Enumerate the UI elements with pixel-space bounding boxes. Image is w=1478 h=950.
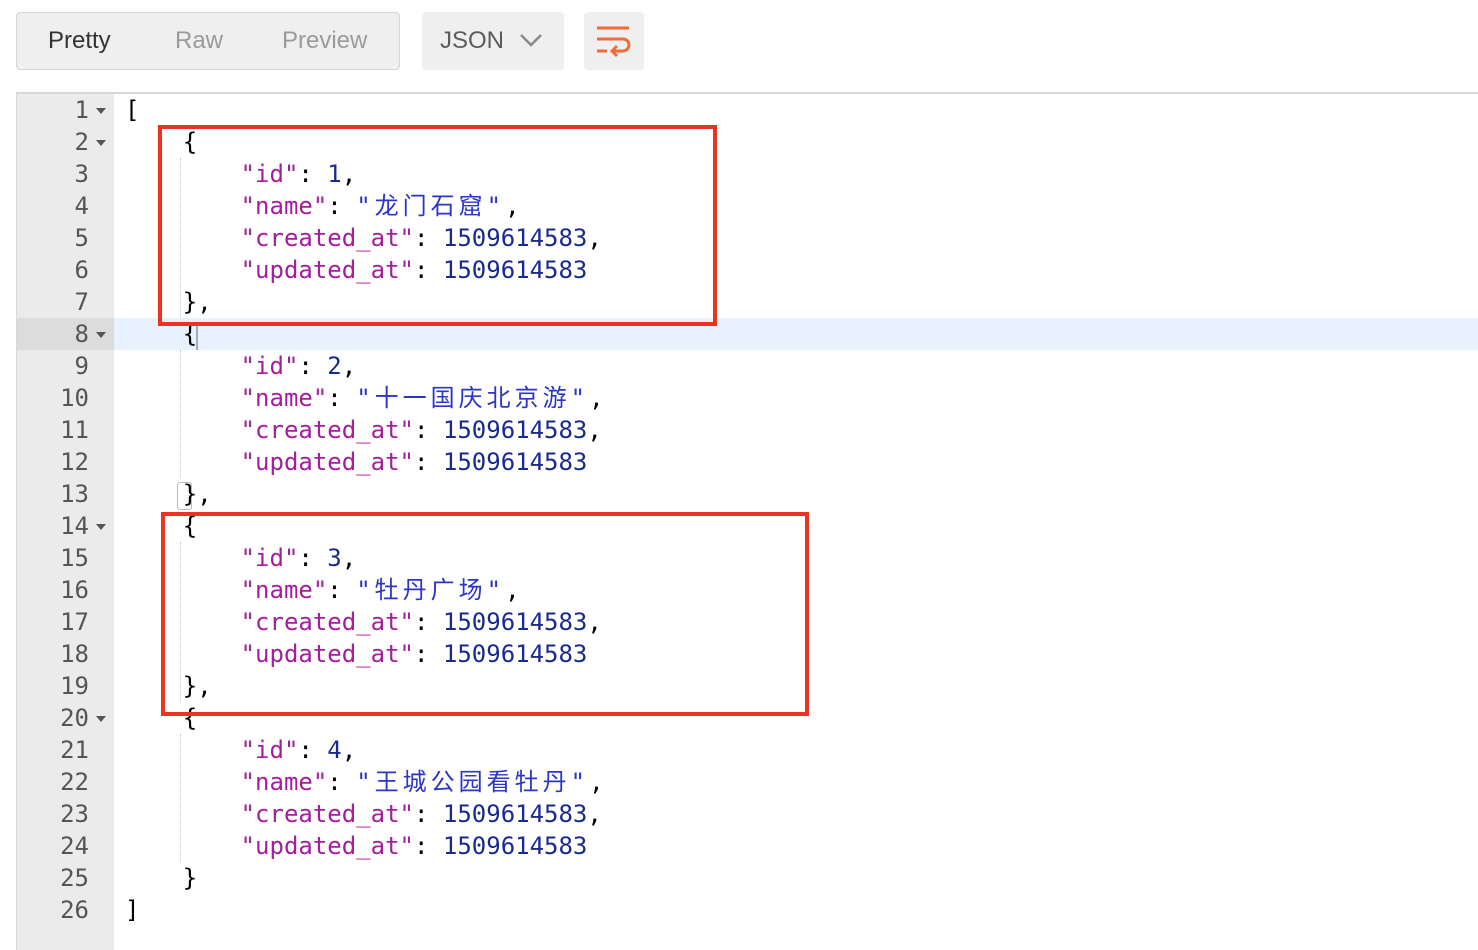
line-number: 13 [60,480,89,508]
line-number: 12 [60,448,89,476]
code-line: "updated_at": 1509614583 [125,446,588,478]
json-comma: , [589,384,604,412]
json-colon: : [298,736,328,764]
json-colon: : [413,800,443,828]
code-line: "id": 4, [125,734,357,766]
line-number: 26 [60,896,89,924]
json-key: "updated_at" [240,832,414,860]
json-key: "updated_at" [240,448,414,476]
response-toolbar: Pretty Raw Preview JSON [0,0,1478,92]
array-open-bracket: [ [125,96,140,124]
json-colon: : [413,832,443,860]
json-key: "created_at" [240,416,414,444]
highlight-box-record-3 [161,512,809,716]
line-number: 14 [60,512,89,540]
code-line: "updated_at": 1509614583 [125,830,588,862]
code-line: "name": "十一国庆北京游", [125,382,604,414]
code-line: [ [125,94,139,126]
fold-toggle-icon[interactable] [96,108,106,114]
line-number: 11 [60,416,89,444]
fold-toggle-icon[interactable] [96,332,106,338]
json-comma: , [589,768,604,796]
json-number: 1509614583 [442,832,588,860]
chevron-down-icon [520,34,542,47]
tab-preview[interactable]: Preview [282,13,367,69]
code-line: } [125,862,197,894]
json-key: "id" [240,352,299,380]
format-select-value: JSON [440,27,505,54]
line-number: 6 [74,256,89,284]
object-close-brace: } [182,864,198,892]
line-number: 21 [60,736,89,764]
fold-toggle-icon[interactable] [96,140,106,146]
json-key: "name" [240,384,328,412]
line-number: 22 [60,768,89,796]
json-string: "王城公园看牡丹" [356,768,590,796]
format-select[interactable]: JSON [422,12,564,70]
view-mode-tabs: Pretty Raw Preview [16,12,400,70]
object-close-brace: }, [182,480,212,508]
line-number: 16 [60,576,89,604]
json-key: "created_at" [240,800,414,828]
json-colon: : [413,448,443,476]
line-number: 2 [74,128,89,156]
line-number: 10 [60,384,89,412]
array-close-bracket: ] [125,896,140,924]
json-colon: : [327,384,357,412]
line-number: 1 [74,96,89,124]
line-number: 18 [60,640,89,668]
wrap-lines-button[interactable] [584,12,644,70]
line-number: 9 [74,352,89,380]
json-colon: : [298,352,328,380]
json-comma: , [587,416,602,444]
line-number: 15 [60,544,89,572]
json-number: 1509614583 [442,448,588,476]
json-key: "id" [240,736,299,764]
line-number: 17 [60,608,89,636]
line-number: 8 [74,320,89,348]
code-line: "created_at": 1509614583, [125,798,602,830]
code-line: "id": 2, [125,350,357,382]
fold-toggle-icon[interactable] [96,524,106,530]
code-line: }, [125,478,212,510]
line-number: 24 [60,832,89,860]
line-number: 4 [74,192,89,220]
line-number: 19 [60,672,89,700]
json-comma: , [587,800,602,828]
tab-pretty[interactable]: Pretty [48,13,111,69]
line-number: 23 [60,800,89,828]
json-colon: : [413,416,443,444]
wrap-lines-icon [597,26,631,58]
line-number: 3 [74,160,89,188]
json-number: 1509614583 [442,800,588,828]
json-number: 4 [327,736,342,764]
line-number: 7 [74,288,89,316]
json-string: "十一国庆北京游" [356,384,590,412]
json-colon: : [327,768,357,796]
json-comma: , [341,736,357,764]
line-number: 5 [74,224,89,252]
json-key: "name" [240,768,328,796]
tab-raw[interactable]: Raw [175,13,223,69]
code-line: "name": "王城公园看牡丹", [125,766,604,798]
line-number: 20 [60,704,89,732]
json-comma: , [341,352,357,380]
line-number: 25 [60,864,89,892]
code-line: ] [125,894,139,926]
highlight-box-record-1 [158,125,717,326]
json-number: 1509614583 [442,416,588,444]
code-line: "created_at": 1509614583, [125,414,602,446]
json-number: 2 [327,352,342,380]
fold-toggle-icon[interactable] [96,716,106,722]
